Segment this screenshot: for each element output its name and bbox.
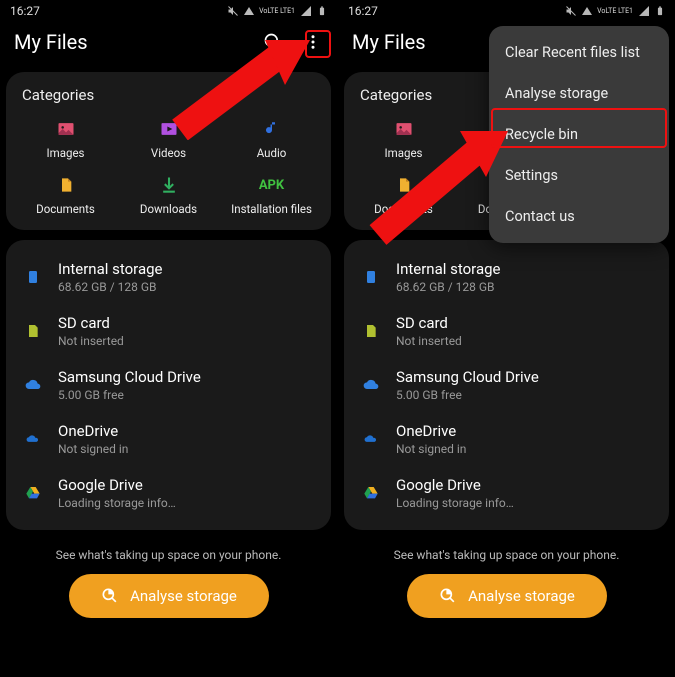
categories-title: Categories	[22, 86, 323, 104]
google-drive-icon	[360, 485, 382, 501]
analyse-storage-button[interactable]: Analyse storage	[407, 574, 607, 618]
status-time: 16:27	[10, 4, 40, 18]
audio-icon	[261, 118, 283, 140]
menu-recycle-bin[interactable]: Recycle bin	[489, 114, 669, 155]
status-bar: 16:27 VoLTE LTE1	[338, 0, 675, 20]
overflow-menu: Clear Recent files list Analyse storage …	[489, 26, 669, 243]
storage-card: Internal storage68.62 GB / 128 GB SD car…	[344, 240, 669, 530]
images-icon	[55, 118, 77, 140]
images-icon	[393, 118, 415, 140]
storage-sdcard[interactable]: SD cardNot inserted	[360, 304, 653, 358]
app-header: My Files	[0, 20, 337, 72]
phone-screenshot-left: 16:27 VoLTE LTE1 My Files Categories	[0, 0, 337, 677]
internal-storage-icon	[22, 267, 44, 287]
sdcard-icon	[360, 322, 382, 340]
footer-hint: See what's taking up space on your phone…	[338, 548, 675, 562]
storage-google-drive[interactable]: Google DriveLoading storage info…	[360, 466, 653, 520]
storage-internal[interactable]: Internal storage 68.62 GB / 128 GB	[22, 250, 315, 304]
apk-icon: APK	[261, 174, 283, 196]
videos-icon	[158, 118, 180, 140]
category-installation-files[interactable]: APK Installation files	[220, 174, 323, 216]
status-bar: 16:27 VoLTE LTE1	[0, 0, 337, 20]
storage-card: Internal storage 68.62 GB / 128 GB SD ca…	[6, 240, 331, 530]
footer-hint: See what's taking up space on your phone…	[0, 548, 337, 562]
category-documents[interactable]: Documents	[14, 174, 117, 216]
storage-sdcard[interactable]: SD card Not inserted	[22, 304, 315, 358]
sdcard-icon	[22, 322, 44, 340]
storage-samsung-cloud[interactable]: Samsung Cloud Drive 5.00 GB free	[22, 358, 315, 412]
internal-storage-icon	[360, 267, 382, 287]
more-options-icon[interactable]	[303, 32, 323, 52]
category-audio[interactable]: Audio	[220, 118, 323, 160]
documents-icon	[393, 174, 415, 196]
category-images[interactable]: Images	[352, 118, 455, 160]
documents-icon	[55, 174, 77, 196]
menu-contact-us[interactable]: Contact us	[489, 196, 669, 237]
phone-screenshot-right: 16:27 VoLTE LTE1 My Files Categories Ima…	[338, 0, 675, 677]
menu-analyse-storage[interactable]: Analyse storage	[489, 73, 669, 114]
menu-clear-recent[interactable]: Clear Recent files list	[489, 32, 669, 73]
storage-internal[interactable]: Internal storage68.62 GB / 128 GB	[360, 250, 653, 304]
google-drive-icon	[22, 485, 44, 501]
onedrive-icon	[360, 432, 382, 446]
onedrive-icon	[22, 432, 44, 446]
status-indicators: VoLTE LTE1	[565, 5, 665, 17]
downloads-icon	[158, 174, 180, 196]
category-images[interactable]: Images	[14, 118, 117, 160]
menu-settings[interactable]: Settings	[489, 155, 669, 196]
samsung-cloud-icon	[360, 377, 382, 393]
categories-card: Categories Images Videos Audio	[6, 72, 331, 230]
status-time: 16:27	[348, 4, 378, 18]
storage-onedrive[interactable]: OneDriveNot signed in	[360, 412, 653, 466]
status-indicators: VoLTE LTE1	[227, 5, 327, 17]
storage-samsung-cloud[interactable]: Samsung Cloud Drive5.00 GB free	[360, 358, 653, 412]
search-icon[interactable]	[263, 32, 283, 52]
category-videos[interactable]: Videos	[117, 118, 220, 160]
category-documents[interactable]: Documents	[352, 174, 455, 216]
storage-onedrive[interactable]: OneDrive Not signed in	[22, 412, 315, 466]
page-title: My Files	[14, 30, 263, 54]
storage-google-drive[interactable]: Google Drive Loading storage info…	[22, 466, 315, 520]
samsung-cloud-icon	[22, 377, 44, 393]
category-downloads[interactable]: Downloads	[117, 174, 220, 216]
analyse-storage-button[interactable]: Analyse storage	[69, 574, 269, 618]
